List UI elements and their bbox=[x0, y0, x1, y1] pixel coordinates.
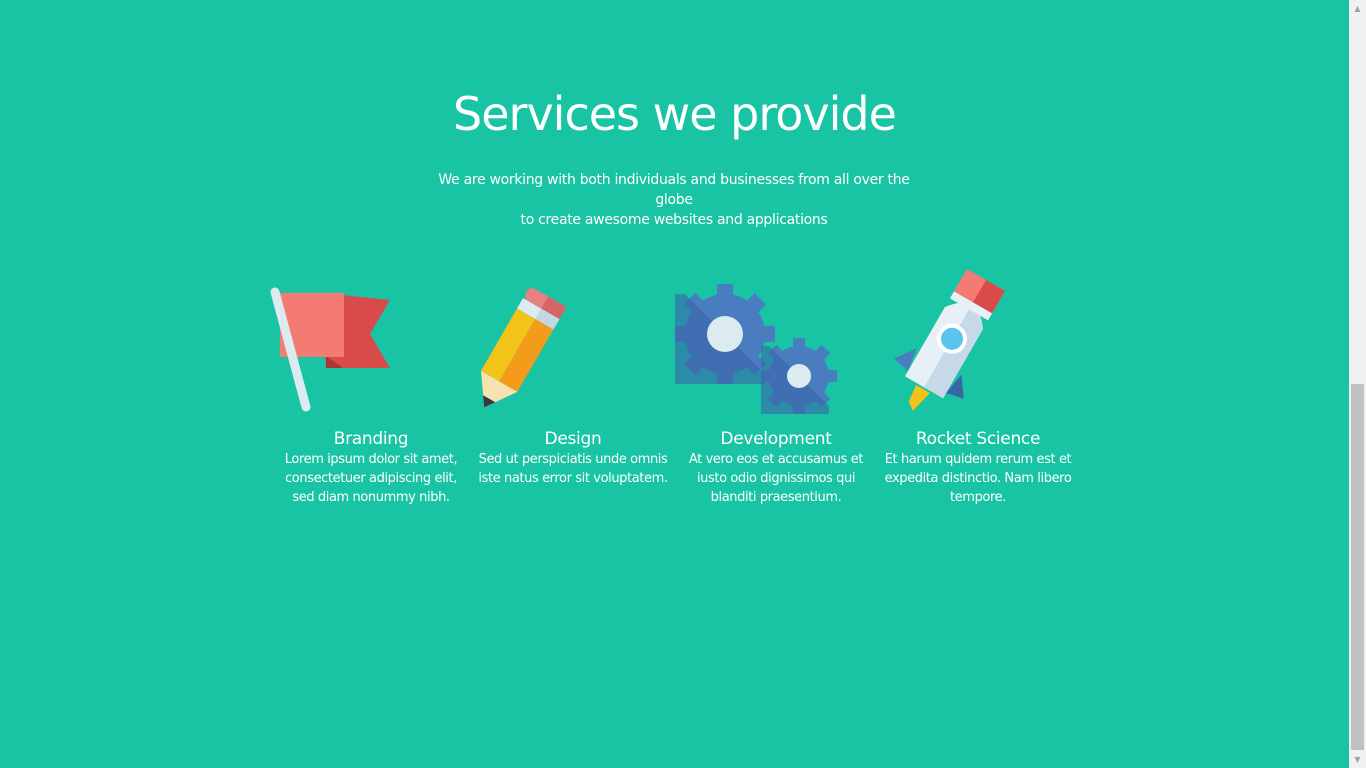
service-design: Design Sed ut perspiciatis unde omnis is… bbox=[472, 270, 674, 488]
section-intro-line-2: to create awesome websites and applicati… bbox=[520, 212, 828, 228]
rocket-icon bbox=[877, 270, 1079, 428]
service-title-development: Development bbox=[720, 429, 832, 449]
service-desc-branding: Lorem ipsum dolor sit amet, consectetuer… bbox=[284, 452, 458, 505]
service-title-rocket-science: Rocket Science bbox=[915, 429, 1041, 449]
services-section: Services we provide We are working with … bbox=[0, 0, 1349, 768]
gears-icon bbox=[675, 270, 877, 428]
service-desc-development: At vero eos et accusamus et iusto odio d… bbox=[688, 452, 864, 505]
service-branding: Branding Lorem ipsum dolor sit amet, con… bbox=[270, 270, 472, 507]
flag-icon bbox=[270, 270, 472, 428]
scrollbar-thumb[interactable] bbox=[1351, 384, 1364, 750]
service-title-design: Design bbox=[544, 429, 602, 449]
scroll-up-arrow-icon[interactable]: ▲ bbox=[1349, 0, 1366, 17]
service-development: Development At vero eos et accusamus et … bbox=[675, 270, 877, 507]
service-desc-rocket-science: Et harum quidem rerum est et expedita di… bbox=[884, 452, 1072, 505]
scroll-down-arrow-icon[interactable]: ▼ bbox=[1349, 751, 1366, 768]
section-title: Services we provide bbox=[453, 87, 897, 141]
page: Services we provide We are working with … bbox=[0, 0, 1366, 768]
section-intro: We are working with both individuals and… bbox=[424, 170, 924, 230]
service-title-branding: Branding bbox=[333, 429, 409, 449]
vertical-scrollbar[interactable]: ▲ ▼ bbox=[1349, 0, 1366, 768]
service-desc-design: Sed ut perspiciatis unde omnis iste natu… bbox=[478, 452, 668, 486]
section-intro-line-1: We are working with both individuals and… bbox=[438, 172, 910, 208]
service-rocket-science: Rocket Science Et harum quidem rerum est… bbox=[877, 270, 1079, 507]
pencil-icon bbox=[472, 270, 674, 428]
